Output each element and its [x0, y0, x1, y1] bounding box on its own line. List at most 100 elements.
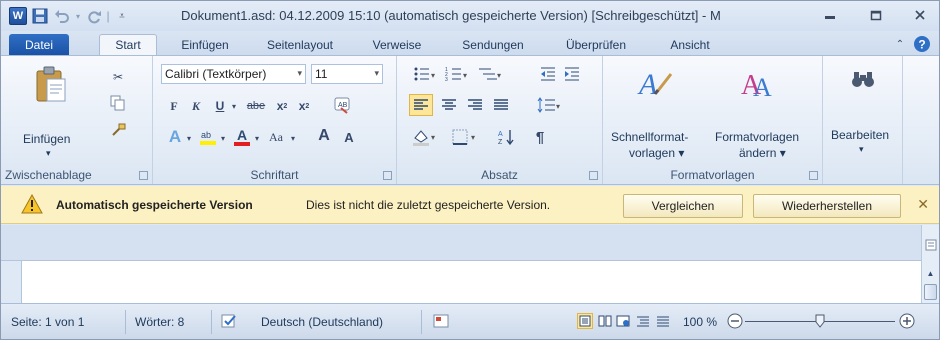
undo-dropdown-icon[interactable]: ▾: [73, 5, 83, 27]
font-size-combo[interactable]: 11 ▾: [311, 64, 383, 84]
word-count[interactable]: Wörter: 8: [135, 315, 184, 329]
tab-datei[interactable]: Datei: [9, 34, 69, 55]
tab-ueberpruefen[interactable]: Überprüfen: [549, 34, 643, 55]
macro-record-icon[interactable]: [433, 313, 449, 329]
text-effects-icon[interactable]: A: [165, 126, 185, 148]
save-icon[interactable]: [29, 5, 51, 27]
svg-text:▾: ▾: [556, 102, 560, 111]
font-color-icon[interactable]: A: [231, 126, 253, 148]
scroll-up-icon[interactable]: ▲: [922, 265, 939, 281]
zoom-level[interactable]: 100 %: [683, 315, 717, 329]
tab-einfuegen[interactable]: Einfügen: [166, 34, 244, 55]
grow-font-button[interactable]: A: [313, 124, 335, 148]
tab-sendungen[interactable]: Sendungen: [448, 34, 538, 55]
change-styles-icon[interactable]: AA: [737, 60, 781, 104]
paste-dropdown-icon[interactable]: ▾: [46, 148, 51, 159]
font-group: Calibri (Textkörper) ▾ 11 ▾ F K U ▾ abe x2…: [153, 56, 397, 184]
change-case-button[interactable]: Aa: [263, 126, 289, 148]
paste-icon[interactable]: [31, 64, 71, 104]
quick-styles-label-2[interactable]: vorlagen ▾: [629, 146, 684, 160]
zoom-out-icon[interactable]: [727, 313, 743, 329]
editing-dropdown-icon[interactable]: ▾: [859, 144, 864, 155]
bullets-icon[interactable]: ▾: [411, 64, 439, 84]
minimize-button[interactable]: [813, 3, 847, 27]
print-layout-view-icon[interactable]: [577, 313, 593, 329]
cut-icon[interactable]: ✂: [109, 68, 127, 86]
ruler-toggle-icon[interactable]: [922, 237, 939, 253]
decrease-indent-icon[interactable]: [537, 64, 559, 84]
numbering-icon[interactable]: 1 2 3 ▾: [443, 64, 471, 84]
strikethrough-button[interactable]: abe: [243, 96, 269, 116]
change-styles-label-1[interactable]: Formatvorlagen: [715, 130, 799, 144]
minimize-ribbon-icon[interactable]: ⌃: [893, 37, 907, 51]
borders-icon[interactable]: ▾: [449, 126, 481, 148]
align-right-button[interactable]: [463, 94, 487, 116]
change-styles-label-2[interactable]: ändern ▾: [739, 146, 786, 160]
change-case-dropdown-icon[interactable]: ▾: [289, 128, 297, 148]
svg-text:AB: AB: [338, 102, 348, 109]
line-spacing-icon[interactable]: ▾: [535, 94, 565, 116]
zoom-in-icon[interactable]: [899, 313, 915, 329]
undo-icon[interactable]: [51, 5, 73, 27]
tab-ansicht[interactable]: Ansicht: [655, 34, 725, 55]
quick-styles-icon[interactable]: A: [633, 60, 677, 104]
page-count[interactable]: Seite: 1 von 1: [11, 315, 84, 329]
font-launcher-icon[interactable]: [383, 171, 392, 180]
word-window: W ▾ | ⩡ Dokument1.asd: 04.12.2009 15:10 …: [0, 0, 940, 340]
highlight-icon[interactable]: ab: [197, 126, 219, 148]
copy-icon[interactable]: [109, 94, 127, 112]
align-left-button[interactable]: [409, 94, 433, 116]
italic-button[interactable]: K: [187, 96, 205, 116]
editing-button-label[interactable]: Bearbeiten: [831, 128, 889, 142]
customize-qat-icon[interactable]: ⩡: [111, 5, 133, 27]
document-page[interactable]: [21, 261, 921, 303]
format-painter-icon[interactable]: [109, 122, 127, 140]
close-button[interactable]: [903, 3, 937, 27]
zoom-slider-thumb[interactable]: [815, 314, 825, 331]
draft-view-icon[interactable]: [655, 313, 671, 329]
tab-start[interactable]: Start: [99, 34, 157, 55]
compare-button[interactable]: Vergleichen: [623, 194, 743, 218]
word-app-icon[interactable]: W: [7, 5, 29, 27]
justify-button[interactable]: [489, 94, 513, 116]
styles-launcher-icon[interactable]: [809, 171, 818, 180]
underline-dropdown-icon[interactable]: ▾: [229, 96, 239, 116]
highlight-dropdown-icon[interactable]: ▾: [219, 128, 227, 148]
subscript-button[interactable]: x2: [273, 96, 291, 116]
show-formatting-marks-button[interactable]: ¶: [529, 126, 551, 148]
font-name-combo[interactable]: Calibri (Textkörper) ▾: [161, 64, 306, 84]
outline-view-icon[interactable]: [635, 313, 651, 329]
web-layout-icon[interactable]: [615, 313, 631, 329]
superscript-button[interactable]: x2: [295, 96, 313, 116]
full-screen-reading-icon[interactable]: [597, 313, 613, 329]
paragraph-launcher-icon[interactable]: [589, 171, 598, 180]
language-status[interactable]: Deutsch (Deutschland): [261, 315, 383, 329]
vertical-scrollbar[interactable]: ▲: [921, 225, 939, 303]
restore-button[interactable]: Wiederherstellen: [753, 194, 901, 218]
svg-text:▾: ▾: [497, 71, 501, 80]
redo-icon[interactable]: [83, 5, 105, 27]
shading-icon[interactable]: ▾: [409, 126, 441, 148]
tab-seitenlayout[interactable]: Seitenlayout: [254, 34, 346, 55]
scroll-thumb[interactable]: [922, 283, 939, 301]
clear-formatting-icon[interactable]: AB: [331, 94, 353, 116]
help-icon[interactable]: ?: [913, 35, 931, 53]
paste-button-label[interactable]: Einfügen: [23, 132, 70, 146]
infobar-close-icon[interactable]: ✕: [917, 196, 929, 213]
tab-verweise[interactable]: Verweise: [359, 34, 435, 55]
sort-icon[interactable]: AZ: [495, 126, 519, 148]
increase-indent-icon[interactable]: [561, 64, 583, 84]
shrink-font-button[interactable]: A: [339, 126, 359, 148]
quick-styles-label-1[interactable]: Schnellformat-: [611, 130, 688, 144]
status-separator: [211, 310, 212, 334]
font-color-dropdown-icon[interactable]: ▾: [253, 128, 261, 148]
maximize-button[interactable]: [859, 3, 893, 27]
underline-button[interactable]: U: [211, 96, 229, 116]
proofing-icon[interactable]: [221, 313, 237, 329]
align-center-button[interactable]: [437, 94, 461, 116]
binoculars-icon[interactable]: [849, 66, 877, 92]
clipboard-launcher-icon[interactable]: [139, 171, 148, 180]
multilevel-list-icon[interactable]: ▾: [475, 64, 505, 84]
text-effects-dropdown-icon[interactable]: ▾: [185, 128, 193, 148]
bold-button[interactable]: F: [165, 96, 183, 116]
